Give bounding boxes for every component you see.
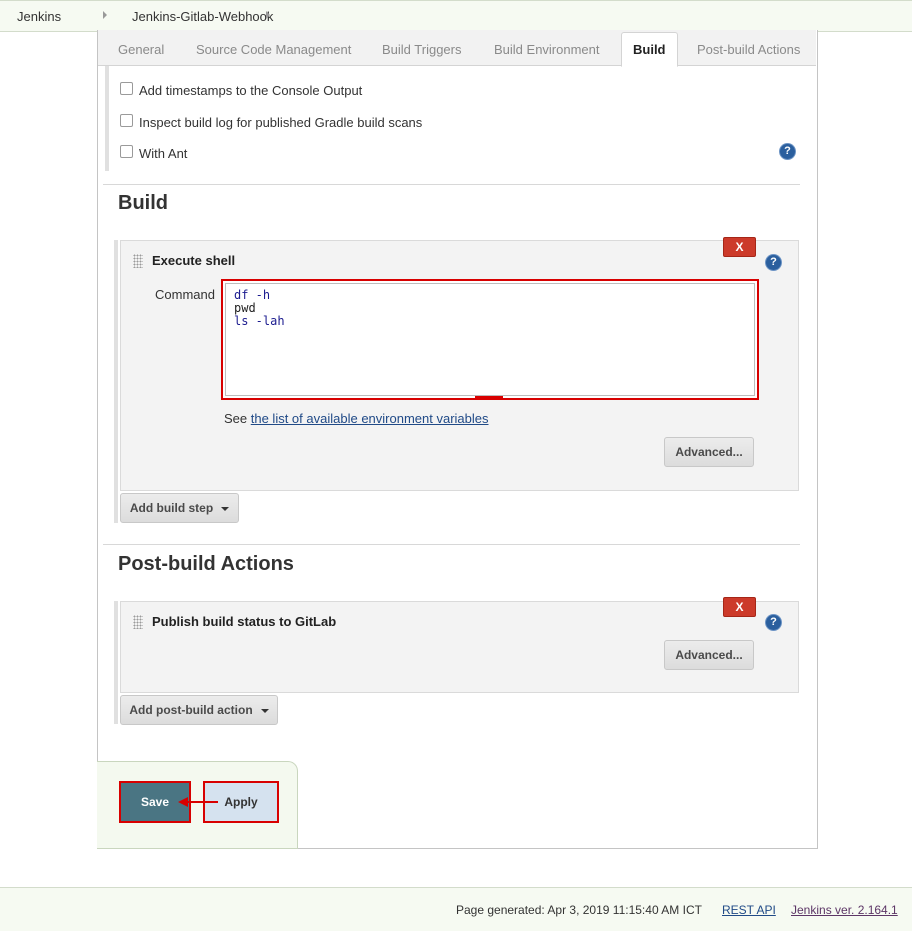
- with-ant-checkbox[interactable]: [120, 145, 133, 158]
- timestamps-checkbox[interactable]: [120, 82, 133, 95]
- drag-handle-icon[interactable]: [133, 254, 143, 268]
- add-build-step-label: Add build step: [129, 501, 214, 515]
- env-vars-hint-text: See: [224, 411, 251, 426]
- command-keyword: df: [234, 288, 249, 302]
- gradle-scans-checkbox[interactable]: [120, 114, 133, 127]
- breadcrumb-separator-icon: [266, 11, 270, 19]
- section-indent-bar: [105, 66, 109, 171]
- command-keyword: pwd: [234, 301, 256, 315]
- command-textarea-inner: df -h pwd ls -lah: [225, 283, 755, 396]
- execute-shell-title: Execute shell: [152, 253, 236, 268]
- post-build-section-title: Post-build Actions: [118, 553, 294, 575]
- delete-step-button[interactable]: X: [723, 237, 756, 257]
- with-ant-label: With Ant: [139, 146, 188, 161]
- page-generated-text: Page generated: Apr 3, 2019 11:15:40 AM …: [456, 903, 702, 917]
- advanced-button[interactable]: Advanced...: [664, 640, 754, 670]
- section-indent-bar: [114, 601, 118, 724]
- command-textarea[interactable]: df -h pwd ls -lah: [221, 279, 759, 400]
- caret-down-icon: [221, 506, 230, 511]
- breadcrumb: Jenkins Jenkins-Gitlab-Webhook: [0, 0, 912, 32]
- caret-down-icon: [260, 708, 269, 713]
- command-keyword: ls: [234, 314, 249, 328]
- timestamps-label: Add timestamps to the Console Output: [139, 83, 363, 98]
- add-post-build-action-label: Add post-build action: [129, 703, 253, 717]
- add-build-step-button[interactable]: Add build step: [120, 493, 239, 523]
- delete-action-button[interactable]: X: [723, 597, 756, 617]
- breadcrumb-item-job[interactable]: Jenkins-Gitlab-Webhook: [132, 9, 273, 24]
- annotation-arrow-icon: [178, 797, 218, 807]
- section-indent-bar: [114, 240, 118, 523]
- drag-handle-icon[interactable]: [133, 615, 143, 629]
- breadcrumb-item-jenkins[interactable]: Jenkins: [17, 9, 61, 24]
- command-arg: -lah: [248, 314, 285, 328]
- gitlab-status-title: Publish build status to GitLab: [152, 614, 337, 629]
- rest-api-link[interactable]: REST API: [722, 903, 776, 917]
- tab-build[interactable]: Build: [621, 32, 678, 67]
- help-icon[interactable]: ?: [766, 255, 781, 270]
- env-vars-hint: See the list of available environment va…: [224, 411, 489, 426]
- section-divider: [103, 184, 800, 185]
- command-line: df -h: [234, 288, 270, 302]
- command-label: Command: [155, 287, 215, 302]
- jenkins-version-link[interactable]: Jenkins ver. 2.164.1: [791, 903, 898, 917]
- tab-build-environment[interactable]: Build Environment: [494, 42, 600, 57]
- tab-post-build-actions[interactable]: Post-build Actions: [697, 42, 800, 57]
- command-line: ls -lah: [234, 314, 285, 328]
- add-post-build-action-button[interactable]: Add post-build action: [120, 695, 278, 725]
- command-arg: -h: [248, 288, 271, 302]
- resize-handle[interactable]: [475, 396, 503, 398]
- env-vars-link[interactable]: the list of available environment variab…: [251, 411, 489, 426]
- gradle-scans-label: Inspect build log for published Gradle b…: [139, 115, 423, 130]
- tab-source-code-management[interactable]: Source Code Management: [196, 42, 351, 57]
- command-line: pwd: [234, 301, 256, 315]
- tab-build-triggers[interactable]: Build Triggers: [382, 42, 461, 57]
- page-footer: Page generated: Apr 3, 2019 11:15:40 AM …: [0, 887, 912, 931]
- help-icon[interactable]: ?: [780, 144, 795, 159]
- section-divider: [103, 544, 800, 545]
- tab-general[interactable]: General: [118, 42, 164, 57]
- config-tab-bar: General Source Code Management Build Tri…: [98, 30, 816, 67]
- help-icon[interactable]: ?: [766, 615, 781, 630]
- advanced-button[interactable]: Advanced...: [664, 437, 754, 467]
- breadcrumb-separator-icon: [103, 11, 107, 19]
- build-section-title: Build: [118, 192, 168, 214]
